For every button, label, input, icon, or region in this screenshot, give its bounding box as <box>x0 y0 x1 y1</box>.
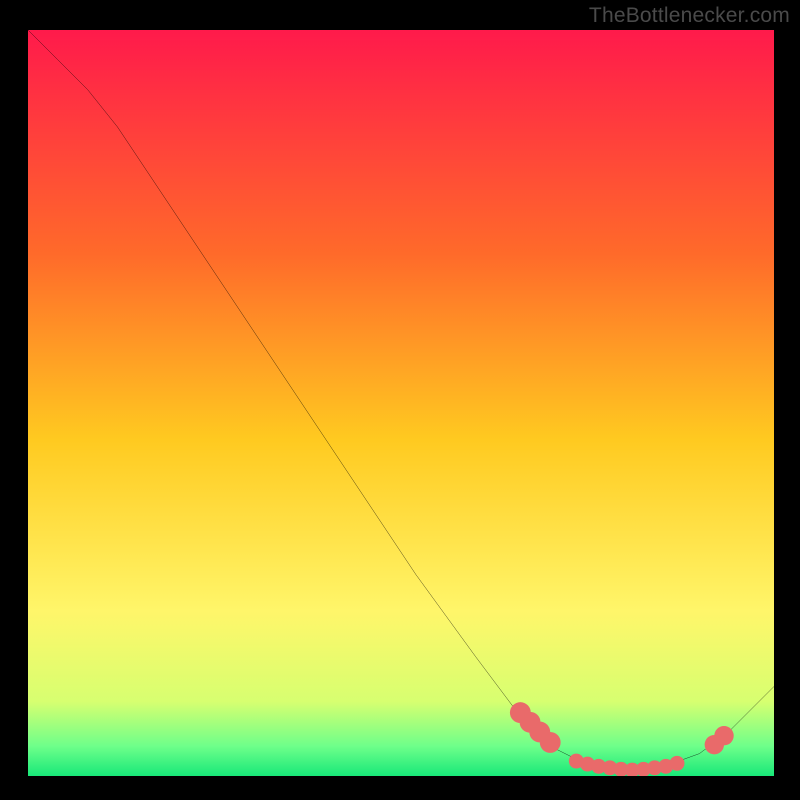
bottleneck-chart <box>28 30 774 776</box>
gradient-background <box>28 30 774 776</box>
chart-frame: TheBottlenecker.com <box>0 0 800 800</box>
attribution-text: TheBottlenecker.com <box>589 4 790 28</box>
curve-marker <box>714 726 733 745</box>
curve-marker <box>670 756 685 771</box>
curve-marker <box>540 732 561 753</box>
